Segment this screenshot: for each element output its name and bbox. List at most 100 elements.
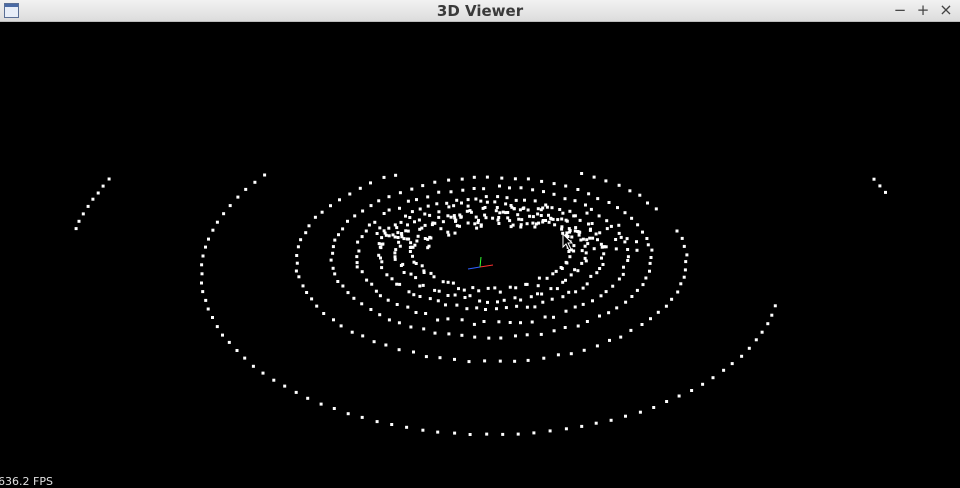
point (617, 231, 621, 235)
point (453, 431, 457, 435)
point (589, 274, 593, 278)
point (649, 256, 653, 259)
point (635, 240, 638, 244)
close-button[interactable]: × (937, 1, 955, 19)
point (636, 223, 640, 227)
3d-viewport[interactable]: 636.2 FPS (0, 22, 960, 488)
point (409, 245, 413, 249)
point (568, 255, 572, 259)
point (211, 316, 214, 319)
point (504, 306, 508, 310)
point (413, 243, 417, 247)
point (595, 271, 599, 275)
point (497, 216, 501, 219)
point (420, 226, 424, 230)
point (355, 261, 359, 265)
point (683, 268, 687, 272)
point (396, 231, 400, 235)
point (605, 227, 609, 231)
point (473, 222, 477, 226)
point (570, 235, 574, 239)
point (414, 276, 418, 280)
point (370, 282, 374, 286)
point (569, 352, 573, 356)
point (592, 175, 596, 179)
point (387, 318, 391, 322)
point (576, 230, 580, 233)
point (416, 234, 420, 238)
point (484, 308, 487, 311)
point (493, 286, 497, 290)
point (415, 198, 418, 202)
point (294, 269, 298, 273)
point (378, 226, 382, 230)
point (431, 221, 435, 225)
point (656, 310, 660, 314)
title-bar[interactable]: 3D Viewer − + × (0, 0, 960, 22)
point (545, 205, 549, 209)
point (236, 195, 240, 199)
point (331, 266, 335, 270)
point (360, 415, 364, 419)
point (504, 211, 508, 215)
point (564, 278, 567, 282)
fps-counter: 636.2 FPS (0, 475, 53, 488)
point (396, 236, 400, 239)
point (638, 410, 642, 414)
point (625, 237, 629, 241)
point (423, 237, 427, 240)
point (677, 394, 681, 398)
point (595, 344, 599, 348)
point (426, 204, 430, 208)
point (397, 321, 401, 325)
point (581, 286, 585, 290)
point (467, 360, 471, 364)
point (379, 256, 382, 260)
point (590, 222, 594, 225)
point (433, 331, 437, 335)
point (380, 260, 384, 264)
point (586, 242, 590, 246)
point (295, 254, 299, 257)
point (514, 334, 517, 338)
point (529, 295, 533, 299)
point (645, 237, 649, 240)
point (499, 336, 503, 340)
point (560, 227, 564, 231)
point (552, 329, 556, 333)
point (519, 225, 523, 229)
point (436, 299, 440, 303)
point (701, 382, 705, 386)
point (329, 204, 332, 208)
point (596, 197, 600, 201)
point (394, 248, 398, 252)
point (346, 291, 350, 295)
point (457, 287, 460, 291)
minimize-button[interactable]: − (891, 1, 909, 19)
point (617, 183, 621, 187)
point (626, 259, 630, 262)
point (364, 229, 368, 233)
point (711, 376, 715, 380)
point (381, 242, 385, 246)
point (406, 199, 410, 203)
maximize-button[interactable]: + (914, 1, 932, 19)
point (551, 272, 555, 276)
point (589, 207, 593, 211)
point (760, 330, 764, 334)
point (385, 273, 389, 277)
point (478, 299, 482, 303)
point (576, 188, 580, 191)
point (331, 245, 335, 249)
point (386, 298, 390, 302)
point (304, 231, 308, 235)
point (525, 333, 529, 337)
point (531, 221, 535, 225)
point (542, 356, 546, 360)
point (353, 214, 357, 218)
viewer-window: 3D Viewer − + × 636.2 FPS (0, 0, 960, 488)
point (418, 284, 422, 288)
point (573, 268, 577, 272)
point (526, 208, 530, 212)
point (206, 307, 210, 311)
